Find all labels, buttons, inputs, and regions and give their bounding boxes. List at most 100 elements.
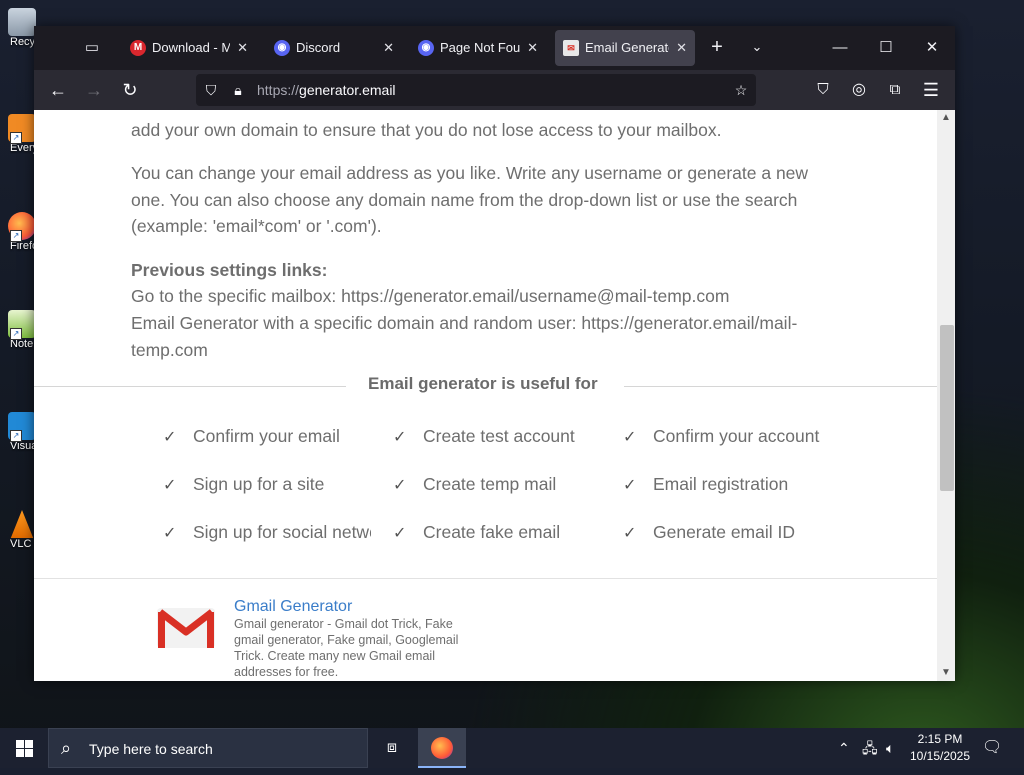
- windows-logo-icon: [16, 740, 24, 748]
- useful-for-title: Email generator is useful for: [368, 374, 598, 393]
- desktop-icon-vscode[interactable]: ↗ Visual Studio Code: [0, 412, 36, 452]
- clock-date: 10/15/2025: [909, 749, 971, 763]
- tab-title: Discord: [296, 40, 341, 55]
- desktop-icon-vlc[interactable]: VLC media player: [0, 510, 36, 550]
- feature-item: ✓ Confirm your email: [163, 426, 340, 446]
- tab-mega[interactable]: M Download - MEGA ✕: [122, 30, 256, 66]
- close-icon[interactable]: ✕: [237, 30, 248, 66]
- volume-muted-icon[interactable]: 🔈︎: [886, 738, 894, 758]
- firefox-icon: [431, 737, 453, 759]
- windows-logo-icon: [25, 740, 33, 748]
- check-icon: ✓: [623, 525, 637, 542]
- new-tab-button[interactable]: +: [706, 36, 728, 58]
- check-icon: ✓: [393, 477, 407, 494]
- page-content: add your own domain to ensure that you d…: [34, 110, 937, 681]
- vlc-icon: [10, 510, 34, 538]
- shield-icon[interactable]: ⛉: [202, 81, 220, 99]
- close-icon[interactable]: ✕: [383, 30, 394, 66]
- scroll-down-icon[interactable]: ▼: [937, 665, 955, 681]
- network-icon[interactable]: 🖧︎: [862, 738, 878, 758]
- notepad-icon: ↗: [8, 310, 36, 340]
- check-icon: ✓: [393, 429, 407, 446]
- everything-icon: ↗: [8, 114, 36, 144]
- url-bar[interactable]: ⛉ 🔒︎ https://generator.email ☆: [196, 74, 756, 106]
- check-icon: ✓: [163, 525, 177, 542]
- check-icon: ✓: [163, 429, 177, 446]
- browser-window: ▭ M Download - MEGA ✕ ◉ Discord ✕ ◉ Page…: [34, 26, 955, 681]
- tab-bar: ▭ M Download - MEGA ✕ ◉ Discord ✕ ◉ Page…: [34, 26, 955, 70]
- close-icon[interactable]: ✕: [676, 30, 687, 66]
- settings-heading: Previous settings links:: [131, 260, 328, 280]
- page-scrollbar[interactable]: ▲ ▼: [937, 110, 955, 681]
- clock-time: 2:15 PM: [917, 732, 963, 746]
- discord-icon: ◉: [274, 40, 290, 56]
- feature-item: ✓ Create fake email: [393, 522, 561, 542]
- desktop-icon-recycle-bin[interactable]: Recycle Bin: [0, 8, 36, 48]
- discord-icon: ◉: [418, 40, 434, 56]
- desktop-icon-label: Recycle Bin: [10, 36, 36, 48]
- check-icon: ✓: [163, 477, 177, 494]
- forward-button[interactable]: →: [82, 78, 106, 102]
- section-divider-left: [34, 386, 346, 387]
- check-icon: ✓: [623, 477, 637, 494]
- feature-item: ✓ Email registration: [623, 474, 789, 494]
- tab-list-icon[interactable]: ▭: [82, 38, 102, 58]
- desktop-icon-notepad[interactable]: ↗ Notepad++: [0, 310, 36, 350]
- gmail-logo-icon[interactable]: [156, 604, 216, 650]
- settings-link-domain: Email Generator with a specific domain a…: [131, 313, 798, 360]
- close-window-button[interactable]: ✕: [918, 34, 946, 62]
- feature-item: ✓ Generate email ID: [623, 522, 796, 542]
- tab-title: Page Not Found: [440, 40, 520, 55]
- vscode-icon: ↗: [8, 412, 36, 442]
- windows-logo-icon: [16, 749, 24, 757]
- tab-title: Download - MEGA: [152, 40, 230, 55]
- tab-title: Email Generator: [585, 40, 669, 55]
- maximize-button[interactable]: ☐: [872, 34, 900, 62]
- section-divider-right: [624, 386, 937, 387]
- start-button[interactable]: [0, 728, 48, 768]
- tab-page-not-found[interactable]: ◉ Page Not Found ✕: [410, 30, 546, 66]
- url-text[interactable]: https://generator.email: [257, 82, 396, 98]
- desktop-icon-firefox[interactable]: ↗ Firefox: [0, 212, 36, 252]
- mega-icon: M: [130, 40, 146, 56]
- lock-icon[interactable]: 🔒︎: [229, 81, 247, 99]
- scroll-up-icon[interactable]: ▲: [937, 110, 955, 126]
- close-icon[interactable]: ✕: [527, 30, 538, 66]
- taskbar-search-placeholder: Type here to search: [89, 741, 213, 757]
- settings-link-mailbox: Go to the specific mailbox: https://gene…: [131, 286, 730, 306]
- windows-logo-icon: [25, 749, 33, 757]
- feature-item: ✓ Confirm your account: [623, 426, 820, 446]
- tab-email-generator[interactable]: ✉ Email Generator ✕: [555, 30, 695, 66]
- taskbar-search[interactable]: ⌕ Type here to search: [48, 728, 368, 768]
- desktop-icon-everything[interactable]: ↗ Everything: [0, 114, 36, 154]
- back-button[interactable]: ←: [46, 78, 70, 102]
- content-divider: [34, 578, 937, 579]
- url-host: generator.email: [299, 82, 396, 98]
- taskbar-clock[interactable]: 2:15 PM 10/15/2025: [904, 731, 976, 765]
- taskbar-firefox[interactable]: [418, 728, 466, 768]
- extensions-icon[interactable]: ⧉: [883, 78, 907, 102]
- intro-paragraph-tail: add your own domain to ensure that you d…: [131, 120, 722, 140]
- feature-item: ✓Sign up for social network: [163, 522, 371, 542]
- reload-button[interactable]: ↻: [118, 78, 142, 102]
- menu-icon[interactable]: ☰: [919, 78, 943, 102]
- gmail-generator-description: Gmail generator - Gmail dot Trick, Fake …: [234, 617, 459, 679]
- taskbar: ⌕ Type here to search ⧈ ⌃ 🖧︎ 🔈︎ 2:15 PM …: [0, 728, 1024, 768]
- feature-item: ✓ Create test account: [393, 426, 575, 446]
- tab-discord[interactable]: ◉ Discord ✕: [266, 30, 402, 66]
- account-icon[interactable]: ◎: [847, 78, 871, 102]
- scrollbar-thumb[interactable]: [940, 325, 954, 491]
- notification-icon[interactable]: 🗨︎: [982, 738, 1002, 758]
- gmail-generator-link[interactable]: Gmail Generator: [234, 598, 352, 616]
- desktop-icon-label: VLC media player: [10, 538, 36, 550]
- pocket-icon[interactable]: ⛉: [811, 78, 835, 102]
- recycle-bin-icon: [8, 8, 36, 36]
- feature-item: ✓ Create temp mail: [393, 474, 557, 494]
- search-icon: ⌕: [61, 738, 72, 758]
- task-view-icon[interactable]: ⧈: [368, 728, 416, 768]
- star-icon[interactable]: ☆: [732, 81, 750, 99]
- chevron-up-icon[interactable]: ⌃: [838, 738, 850, 758]
- change-email-paragraph: You can change your email address as you…: [131, 163, 809, 236]
- minimize-button[interactable]: —: [826, 34, 854, 62]
- chevron-down-icon[interactable]: ⌄: [746, 36, 768, 58]
